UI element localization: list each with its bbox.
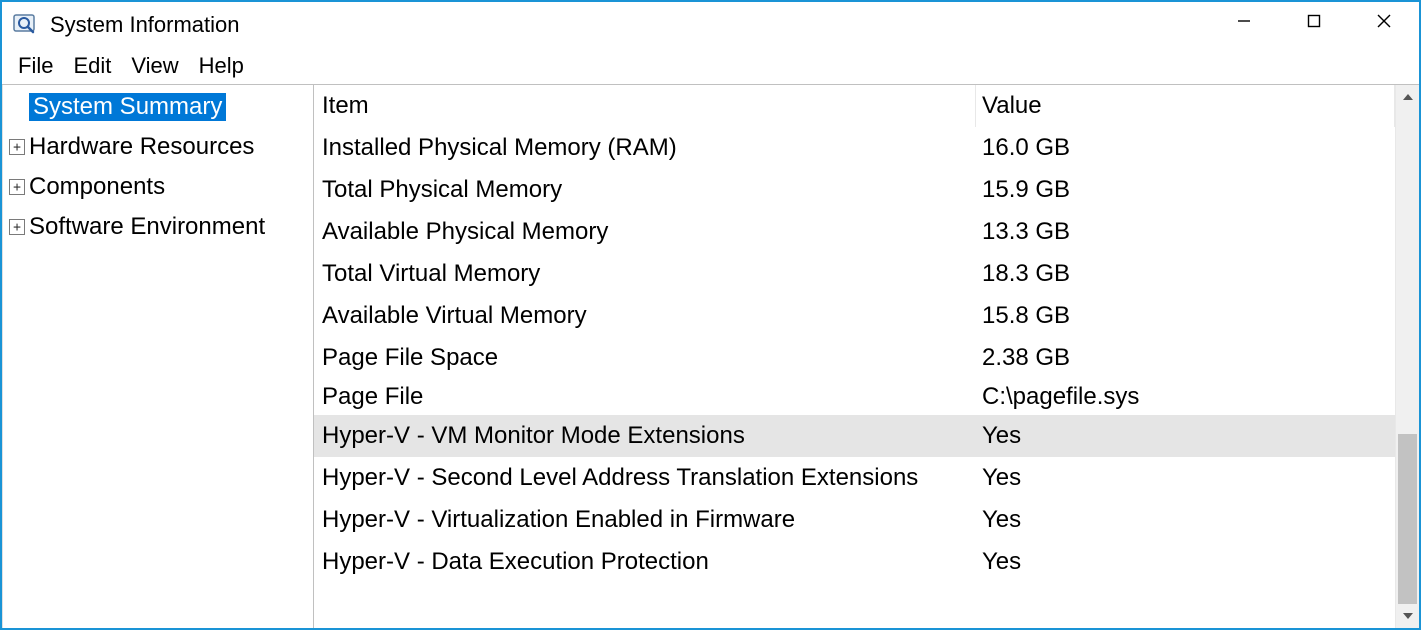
navigation-tree[interactable]: +System Summary+Hardware Resources+Compo… bbox=[2, 85, 314, 628]
list-row[interactable]: Page File Space2.38 GB bbox=[314, 337, 1395, 379]
list-row[interactable]: Hyper-V - Data Execution ProtectionYes bbox=[314, 541, 1395, 583]
cell-value: 15.9 GB bbox=[976, 176, 1395, 204]
tree-item[interactable]: +Components bbox=[3, 167, 313, 207]
cell-item: Total Physical Memory bbox=[314, 176, 976, 204]
cell-item: Hyper-V - Second Level Address Translati… bbox=[314, 464, 976, 492]
app-icon bbox=[12, 11, 40, 39]
cell-item: Available Physical Memory bbox=[314, 218, 976, 246]
cell-value: 18.3 GB bbox=[976, 260, 1395, 288]
list-row[interactable]: Page FileC:\pagefile.sys bbox=[314, 379, 1395, 415]
list-row[interactable]: Available Virtual Memory15.8 GB bbox=[314, 295, 1395, 337]
details-list[interactable]: Item Value Installed Physical Memory (RA… bbox=[314, 85, 1395, 628]
cell-item: Page File Space bbox=[314, 344, 976, 372]
vertical-scrollbar[interactable] bbox=[1395, 85, 1419, 628]
cell-value: Yes bbox=[976, 464, 1395, 492]
cell-item: Available Virtual Memory bbox=[314, 302, 976, 330]
list-header[interactable]: Item Value bbox=[314, 85, 1395, 127]
cell-item: Hyper-V - Virtualization Enabled in Firm… bbox=[314, 506, 976, 534]
tree-item[interactable]: +System Summary bbox=[3, 87, 313, 127]
menu-help[interactable]: Help bbox=[191, 51, 252, 81]
details-pane: Item Value Installed Physical Memory (RA… bbox=[314, 85, 1419, 628]
list-row[interactable]: Installed Physical Memory (RAM)16.0 GB bbox=[314, 127, 1395, 169]
menu-file[interactable]: File bbox=[10, 51, 61, 81]
close-button[interactable] bbox=[1349, 2, 1419, 40]
cell-item: Page File bbox=[314, 383, 976, 411]
cell-value: C:\pagefile.sys bbox=[976, 383, 1395, 411]
window-controls bbox=[1209, 2, 1419, 48]
cell-item: Installed Physical Memory (RAM) bbox=[314, 134, 976, 162]
scroll-up-arrow[interactable] bbox=[1396, 85, 1419, 109]
list-rows: Installed Physical Memory (RAM)16.0 GBTo… bbox=[314, 127, 1395, 583]
minimize-button[interactable] bbox=[1209, 2, 1279, 40]
column-header-value[interactable]: Value bbox=[976, 85, 1395, 127]
menu-view[interactable]: View bbox=[123, 51, 186, 81]
tree-item-label: System Summary bbox=[29, 93, 226, 121]
list-row[interactable]: Hyper-V - VM Monitor Mode ExtensionsYes bbox=[314, 415, 1395, 457]
tree-item-label: Software Environment bbox=[29, 215, 265, 239]
tree-item[interactable]: +Software Environment bbox=[3, 207, 313, 247]
client-area: +System Summary+Hardware Resources+Compo… bbox=[2, 84, 1419, 628]
expand-icon[interactable]: + bbox=[9, 179, 25, 195]
scroll-track[interactable] bbox=[1396, 109, 1419, 604]
titlebar[interactable]: System Information bbox=[2, 2, 1419, 48]
column-header-item[interactable]: Item bbox=[314, 85, 976, 127]
scroll-down-arrow[interactable] bbox=[1396, 604, 1419, 628]
expand-icon[interactable]: + bbox=[9, 219, 25, 235]
cell-item: Total Virtual Memory bbox=[314, 260, 976, 288]
cell-value: 2.38 GB bbox=[976, 344, 1395, 372]
list-row[interactable]: Available Physical Memory13.3 GB bbox=[314, 211, 1395, 253]
list-row[interactable]: Hyper-V - Second Level Address Translati… bbox=[314, 457, 1395, 499]
menu-edit[interactable]: Edit bbox=[65, 51, 119, 81]
tree-item-label: Hardware Resources bbox=[29, 135, 254, 159]
list-row[interactable]: Total Physical Memory15.9 GB bbox=[314, 169, 1395, 211]
cell-value: 13.3 GB bbox=[976, 218, 1395, 246]
list-row[interactable]: Total Virtual Memory18.3 GB bbox=[314, 253, 1395, 295]
window-title: System Information bbox=[50, 12, 1209, 38]
tree-item-label: Components bbox=[29, 175, 165, 199]
cell-value: 16.0 GB bbox=[976, 134, 1395, 162]
maximize-button[interactable] bbox=[1279, 2, 1349, 40]
cell-value: Yes bbox=[976, 422, 1395, 450]
cell-item: Hyper-V - Data Execution Protection bbox=[314, 548, 976, 576]
list-row[interactable]: Hyper-V - Virtualization Enabled in Firm… bbox=[314, 499, 1395, 541]
cell-value: 15.8 GB bbox=[976, 302, 1395, 330]
cell-item: Hyper-V - VM Monitor Mode Extensions bbox=[314, 422, 976, 450]
menubar: File Edit View Help bbox=[2, 48, 1419, 84]
expand-icon[interactable]: + bbox=[9, 139, 25, 155]
cell-value: Yes bbox=[976, 548, 1395, 576]
scroll-thumb[interactable] bbox=[1398, 434, 1417, 604]
cell-value: Yes bbox=[976, 506, 1395, 534]
tree-item[interactable]: +Hardware Resources bbox=[3, 127, 313, 167]
app-window: System Information File Edit View Help +… bbox=[0, 0, 1421, 630]
